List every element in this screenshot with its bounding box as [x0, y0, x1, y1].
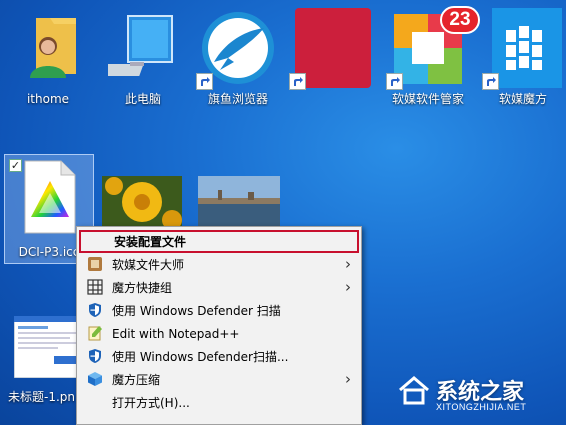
submenu-arrow-icon: ›	[345, 255, 351, 273]
defender-shield-icon	[87, 302, 103, 318]
desktop-icon-red-app[interactable]	[288, 8, 378, 92]
desktop-icon-software-manager[interactable]: 23 软媒软件管家	[383, 6, 480, 107]
desktop-icon-label: ithome	[26, 92, 70, 106]
watermark-url: XITONGZHIJIA.NET	[436, 402, 527, 412]
shortcut-arrow-icon	[289, 73, 306, 90]
submenu-arrow-icon: ›	[345, 370, 351, 388]
user-folder-icon	[16, 8, 80, 88]
menu-item-defender-scan-2[interactable]: 使用 Windows Defender扫描...	[79, 345, 359, 368]
menu-item-label: 使用 Windows Defender扫描...	[112, 350, 289, 364]
menu-item-file-master[interactable]: 软媒文件大师 ›	[79, 253, 359, 276]
rubik-cube-icon	[482, 8, 562, 90]
swordfish-browser-icon	[196, 8, 278, 90]
desktop-icon-label: 旗鱼浏览器	[207, 92, 268, 106]
grid-icon	[87, 279, 103, 295]
menu-item-label: 软媒文件大师	[112, 258, 185, 272]
desktop-icon-browser[interactable]: 旗鱼浏览器	[193, 8, 283, 107]
compress-cube-icon	[87, 371, 103, 387]
menu-item-label: 打开方式(H)...	[112, 396, 190, 410]
menu-item-compress[interactable]: 魔方压缩 ›	[79, 368, 359, 391]
menu-item-open-with[interactable]: 打开方式(H)...	[79, 391, 359, 414]
watermark: 系统之家 XITONGZHIJIA.NET	[396, 370, 566, 425]
notification-badge: 23	[440, 6, 480, 34]
menu-item-notepadpp[interactable]: Edit with Notepad++	[79, 322, 359, 345]
desktop-icon-label: 软媒魔方	[498, 92, 547, 106]
menu-item-quick-group[interactable]: 魔方快捷组 ›	[79, 276, 359, 299]
submenu-arrow-icon: ›	[345, 278, 351, 296]
red-app-icon	[289, 8, 375, 90]
shortcut-arrow-icon	[482, 73, 499, 90]
desktop-icon-rubik[interactable]: 软媒魔方	[478, 8, 566, 107]
menu-item-defender-scan[interactable]: 使用 Windows Defender 扫描	[79, 299, 359, 322]
software-manager-icon: 23	[386, 6, 480, 90]
menu-item-install-profile[interactable]: 安装配置文件	[79, 230, 359, 253]
menu-item-label: 使用 Windows Defender 扫描	[112, 304, 281, 318]
computer-icon	[91, 8, 178, 88]
desktop-icon-label: 此电脑	[124, 92, 161, 106]
desktop-icon-ithome[interactable]: ithome	[3, 8, 93, 107]
file-master-icon	[87, 256, 103, 272]
menu-item-label: 安装配置文件	[114, 235, 187, 249]
color-profile-icon	[19, 159, 79, 235]
menu-item-label: Edit with Notepad++	[112, 326, 240, 341]
context-menu: 安装配置文件 软媒文件大师 › 魔方快捷组 › 使用 Windows Defen…	[76, 226, 362, 425]
screenshot-thumbnail-icon	[13, 315, 85, 379]
desktop-icon-label: 软媒软件管家	[391, 92, 464, 106]
shortcut-arrow-icon	[386, 73, 403, 90]
menu-item-label: 魔方压缩	[112, 373, 161, 387]
menu-item-label: 魔方快捷组	[112, 281, 173, 295]
defender-shield-icon	[87, 348, 103, 364]
house-logo-icon	[398, 374, 430, 410]
desktop-icon-this-pc[interactable]: 此电脑	[91, 8, 188, 107]
shortcut-arrow-icon	[196, 73, 213, 90]
city-photo-thumbnail[interactable]	[198, 176, 280, 228]
flower-photo-thumbnail[interactable]	[102, 176, 182, 230]
notepad-icon	[87, 325, 103, 341]
